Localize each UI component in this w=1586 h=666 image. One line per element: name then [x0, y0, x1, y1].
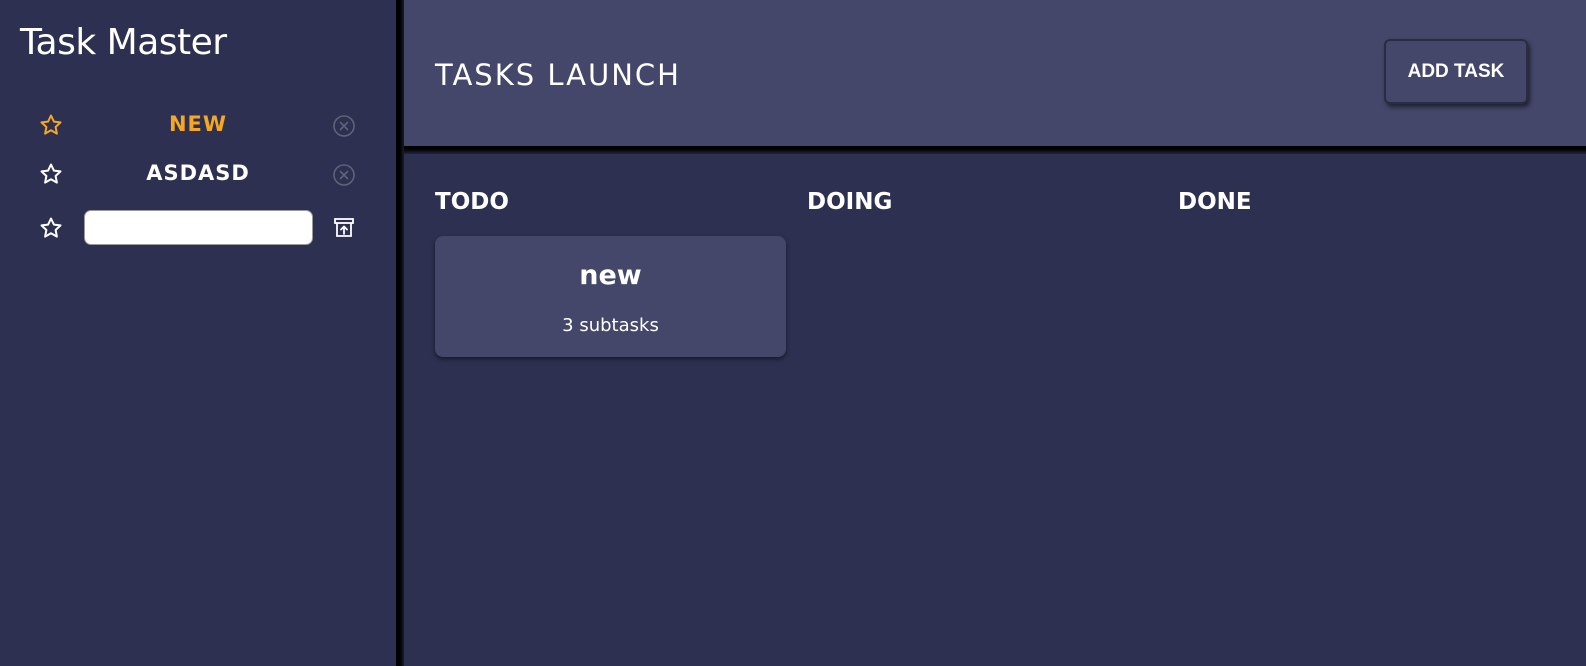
app-title: Task Master	[20, 22, 227, 63]
column-title-done: DONE	[1178, 189, 1252, 215]
star-outline-icon[interactable]	[39, 162, 63, 186]
task-card-title: new	[579, 260, 642, 291]
save-project-icon[interactable]	[332, 216, 356, 240]
star-filled-icon[interactable]	[39, 113, 63, 137]
sidebar-divider	[396, 0, 404, 666]
column-title-todo: TODO	[435, 189, 509, 215]
delete-project-icon[interactable]	[332, 114, 356, 138]
new-project-row	[0, 203, 396, 245]
board-title: TASKS LAUNCH	[435, 58, 681, 92]
add-task-button[interactable]: ADD TASK	[1384, 39, 1528, 104]
new-project-input[interactable]	[84, 210, 313, 245]
project-name: NEW	[168, 112, 228, 136]
project-name: ASDASD	[146, 161, 250, 185]
project-item-new[interactable]: NEW	[0, 104, 396, 144]
task-card[interactable]: new 3 subtasks	[435, 236, 786, 357]
project-item-asdasd[interactable]: ASDASD	[0, 153, 396, 193]
star-outline-icon[interactable]	[39, 216, 63, 240]
delete-project-icon[interactable]	[332, 163, 356, 187]
header-divider	[404, 146, 1586, 154]
column-title-doing: DOING	[807, 189, 893, 215]
app-root: Task Master NEW ASDASD TASKS LAUNCH ADD …	[0, 0, 1586, 666]
board-header: TASKS LAUNCH ADD TASK	[404, 0, 1586, 146]
sidebar: Task Master NEW ASDASD	[0, 0, 396, 666]
task-card-subtasks: 3 subtasks	[562, 315, 659, 336]
